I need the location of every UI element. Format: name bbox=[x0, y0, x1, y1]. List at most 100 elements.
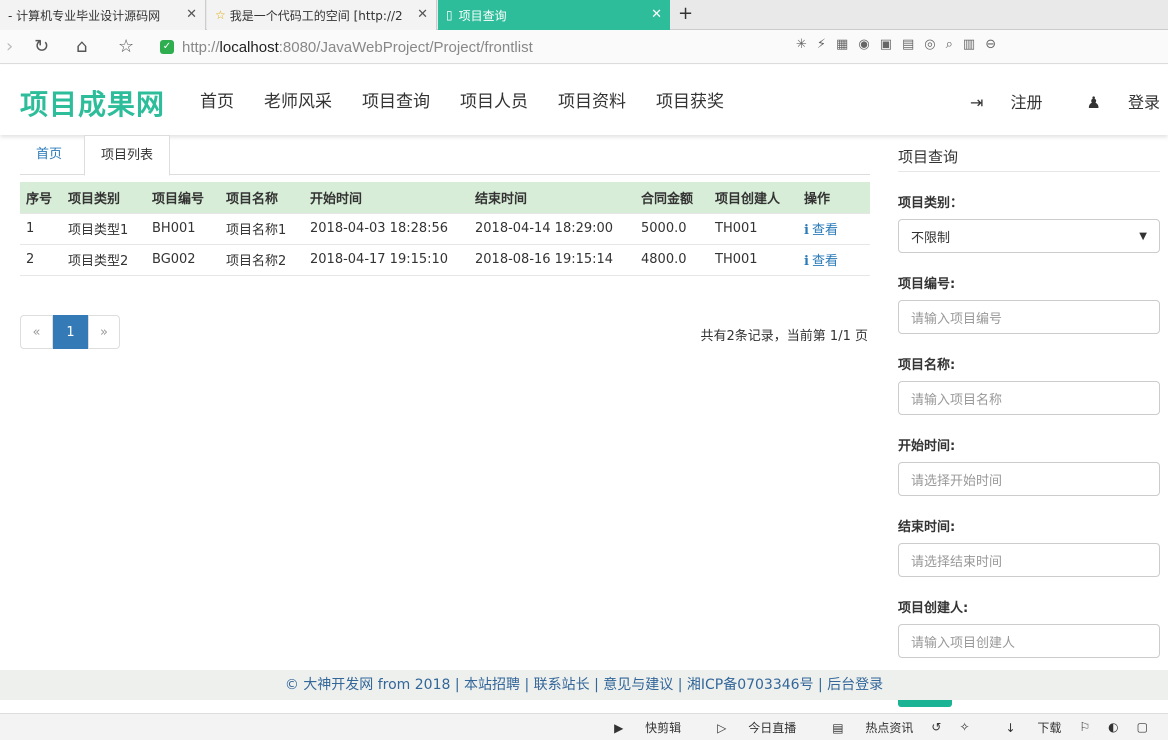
start-time-input[interactable]: 请选择开始时间 bbox=[898, 462, 1160, 496]
field-creator: 项目创建人: 请输入项目创建人 bbox=[898, 597, 1160, 658]
next-page-button[interactable]: » bbox=[88, 315, 120, 349]
new-tab-icon[interactable]: + bbox=[678, 3, 693, 24]
nav-home[interactable]: 首页 bbox=[200, 87, 234, 112]
register-link[interactable]: ⇥ 注册 bbox=[948, 89, 1043, 113]
window-icon[interactable]: ▢ bbox=[1137, 720, 1148, 734]
tab-label: - 计算机专业毕业设计源码网 bbox=[8, 8, 161, 23]
back-icon[interactable]: › bbox=[6, 36, 13, 57]
download-item[interactable]: ↓ 下载 bbox=[988, 719, 1062, 736]
browser-tab-1[interactable]: - 计算机专业毕业设计源码网 ✕ bbox=[0, 0, 206, 30]
login-link[interactable]: ♟ 登录 bbox=[1065, 89, 1160, 113]
field-label: 项目名称: bbox=[898, 358, 956, 373]
url-scheme: http:// bbox=[182, 38, 220, 56]
field-label: 结束时间: bbox=[898, 520, 956, 535]
nav-project-docs[interactable]: 项目资料 bbox=[558, 87, 626, 112]
user-nav: ⇥ 注册 ♟ 登录 bbox=[926, 89, 1160, 113]
field-label: 项目类别： bbox=[898, 196, 964, 211]
image-icon[interactable]: ▤ bbox=[902, 37, 914, 52]
news-item[interactable]: ▤ 热点资讯 bbox=[814, 719, 913, 736]
nav-teachers[interactable]: 老师风采 bbox=[264, 87, 332, 112]
field-code: 项目编号: 请输入项目编号 bbox=[898, 273, 1160, 334]
field-label: 项目创建人: bbox=[898, 601, 969, 616]
record-info: 共有2条记录，当前第 1/1 页 bbox=[700, 329, 868, 344]
extension-icons: ✳ ⚡ ▦ ◉ ▣ ▤ ◎ ⌕ ▥ ⊖ bbox=[796, 37, 996, 52]
cell-index: 1 bbox=[20, 212, 62, 244]
url-field[interactable]: ✓ http://localhost:8080/JavaWebProject/P… bbox=[160, 35, 790, 59]
browser-icon[interactable]: ◐ bbox=[1108, 720, 1118, 734]
wallet-icon[interactable]: ◉ bbox=[858, 37, 869, 52]
col-header: 项目创建人 bbox=[715, 191, 781, 207]
field-name: 项目名称: 请输入项目名称 bbox=[898, 354, 1160, 415]
status-label: 热点资讯 bbox=[865, 720, 914, 735]
field-label: 开始时间: bbox=[898, 439, 956, 454]
search-panel: 项目查询 项目类别： 不限制 ▼ 项目编号: 请输入项目编号 项目名称: 请输入项… bbox=[898, 135, 1160, 707]
name-input[interactable]: 请输入项目名称 bbox=[898, 381, 1160, 415]
close-icon[interactable]: ✕ bbox=[651, 7, 662, 22]
view-label: 查看 bbox=[811, 223, 838, 238]
site-logo[interactable]: 项目成果网 bbox=[20, 83, 165, 123]
browser-tab-2[interactable]: ☆ 我是一个代码工的空间 [http://2 ✕ bbox=[207, 0, 437, 30]
flag-icon[interactable]: ⚐ bbox=[1079, 720, 1090, 734]
col-header: 项目类别 bbox=[68, 191, 121, 207]
end-time-input[interactable]: 请选择结束时间 bbox=[898, 543, 1160, 577]
reload-icon[interactable]: ↻ bbox=[34, 36, 49, 57]
creator-input[interactable]: 请输入项目创建人 bbox=[898, 624, 1160, 658]
apps-icon[interactable]: ▦ bbox=[836, 37, 848, 52]
col-header: 合同金额 bbox=[641, 191, 694, 207]
cell-index: 2 bbox=[20, 243, 62, 276]
pin-icon[interactable]: ✧ bbox=[959, 720, 969, 734]
cell-start: 2018-04-17 19:15:10 bbox=[304, 243, 469, 276]
bookmark-star-icon[interactable]: ☆ bbox=[118, 36, 134, 57]
video-icon: ▶ bbox=[614, 720, 628, 735]
nav-project-awards[interactable]: 项目获奖 bbox=[656, 87, 724, 112]
cell-type: 项目类型1 bbox=[62, 212, 146, 244]
book-icon[interactable]: ▥ bbox=[963, 37, 975, 52]
play-icon: ▷ bbox=[717, 720, 731, 735]
view-link[interactable]: i 查看 bbox=[798, 212, 870, 244]
col-header: 项目编号 bbox=[152, 191, 205, 207]
refresh-icon[interactable]: ↺ bbox=[931, 720, 941, 734]
cell-creator: TH001 bbox=[709, 243, 798, 276]
pagination: « 1 » bbox=[20, 315, 120, 349]
minus-icon[interactable]: ⊖ bbox=[985, 37, 996, 52]
cell-amount: 5000.0 bbox=[635, 212, 709, 244]
game-icon[interactable]: ◎ bbox=[924, 37, 935, 52]
page-1-button[interactable]: 1 bbox=[53, 315, 88, 349]
close-icon[interactable]: ✕ bbox=[417, 7, 428, 22]
nav-project-members[interactable]: 项目人员 bbox=[460, 87, 528, 112]
view-link[interactable]: i 查看 bbox=[798, 243, 870, 276]
site-footer[interactable]: © 大神开发网 from 2018 | 本站招聘 | 联系站长 | 意见与建议 … bbox=[0, 670, 1168, 700]
cell-name: 项目名称1 bbox=[220, 212, 304, 244]
pdf-icon[interactable]: ▣ bbox=[880, 37, 892, 52]
search-icon[interactable]: ⌕ bbox=[946, 37, 953, 52]
prev-page-button[interactable]: « bbox=[20, 315, 53, 349]
breadcrumb-tabs: 首页 项目列表 bbox=[20, 135, 870, 176]
speed-icon[interactable]: ✳ bbox=[796, 37, 807, 52]
col-header: 项目名称 bbox=[226, 191, 279, 207]
view-label: 查看 bbox=[811, 254, 838, 269]
type-select[interactable]: 不限制 ▼ bbox=[898, 219, 1160, 253]
news-icon: ▤ bbox=[832, 720, 848, 735]
user-icon: ♟ bbox=[1086, 93, 1106, 112]
nav-project-query[interactable]: 项目查询 bbox=[362, 87, 430, 112]
lightning-icon[interactable]: ⚡ bbox=[817, 37, 826, 52]
sign-in-icon: ⇥ bbox=[970, 93, 989, 112]
tab-project-list[interactable]: 项目列表 bbox=[84, 135, 171, 176]
page-icon: ▯ bbox=[446, 8, 453, 22]
live-item[interactable]: ▷ 今日直播 bbox=[699, 719, 796, 736]
cell-code: BH001 bbox=[146, 212, 220, 244]
site-header: 项目成果网 首页 老师风采 项目查询 项目人员 项目资料 项目获奖 ⇥ 注册 ♟… bbox=[0, 65, 1168, 135]
download-icon: ↓ bbox=[1005, 720, 1020, 735]
tab-label: 我是一个代码工的空间 [http://2 bbox=[229, 8, 403, 23]
home-icon[interactable]: ⌂ bbox=[76, 36, 87, 57]
close-icon[interactable]: ✕ bbox=[186, 7, 197, 22]
quick-edit-item[interactable]: ▶ 快剪辑 bbox=[596, 719, 681, 736]
star-icon: ☆ bbox=[215, 8, 226, 22]
tab-home[interactable]: 首页 bbox=[20, 135, 78, 176]
table-header-row: 序号 项目类别 项目编号 项目名称 开始时间 结束时间 合同金额 项目创建人 操… bbox=[20, 182, 870, 213]
field-type: 项目类别： 不限制 ▼ bbox=[898, 192, 1160, 253]
cell-start: 2018-04-03 18:28:56 bbox=[304, 212, 469, 244]
code-input[interactable]: 请输入项目编号 bbox=[898, 300, 1160, 334]
browser-tab-active[interactable]: ▯ 项目查询 ✕ bbox=[438, 0, 670, 30]
table-row: 1 项目类型1 BH001 项目名称1 2018-04-03 18:28:56 … bbox=[20, 212, 870, 244]
